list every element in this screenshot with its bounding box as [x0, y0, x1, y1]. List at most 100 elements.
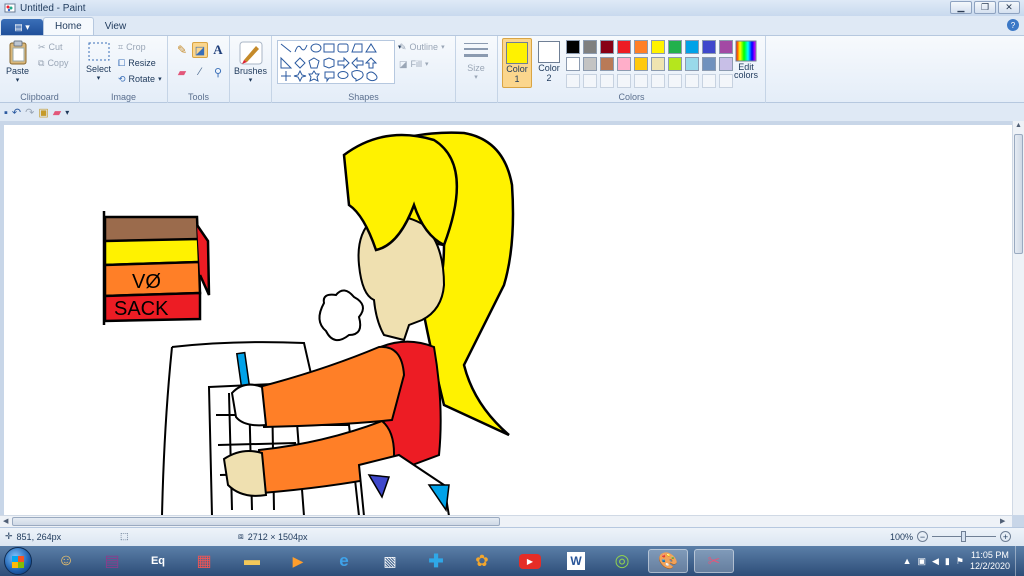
magnifier-tool[interactable]: ⚲ — [210, 64, 226, 80]
signal-icon[interactable]: ▮ — [945, 556, 950, 567]
volume-icon[interactable]: ◀ — [932, 556, 939, 567]
rotate-button[interactable]: ⟲ Rotate ▾ — [118, 72, 162, 86]
palette-swatch[interactable] — [651, 57, 665, 71]
scroll-right-icon[interactable]: ▶ — [1000, 517, 1005, 525]
taskbar-app-mathtype[interactable]: Eq — [138, 549, 178, 573]
palette-swatch-empty[interactable] — [600, 74, 614, 88]
color-picker-tool[interactable]: ⁄ — [192, 64, 208, 80]
cut-button[interactable]: ✂ Cut — [38, 40, 63, 54]
palette-swatch[interactable] — [668, 40, 682, 54]
start-button[interactable] — [4, 547, 32, 575]
fill-button[interactable]: ◪ Fill ▾ — [399, 57, 429, 71]
horizontal-scrollbar[interactable]: ◀ ▶ — [0, 515, 1012, 527]
taskbar-youtube[interactable]: ▶ — [510, 549, 550, 573]
fill-tool[interactable]: ◪ — [192, 42, 208, 58]
tab-view[interactable]: View — [94, 17, 138, 35]
taskbar-word[interactable]: W — [556, 549, 596, 573]
color2-button[interactable]: Color 2 — [534, 38, 564, 88]
minimize-button[interactable]: ▁ — [950, 1, 972, 14]
palette-swatch-empty[interactable] — [634, 74, 648, 88]
palette-swatch-empty[interactable] — [685, 74, 699, 88]
palette-swatch[interactable] — [668, 57, 682, 71]
taskbar-paint[interactable]: 🎨 — [648, 549, 688, 573]
palette-swatch[interactable] — [583, 57, 597, 71]
taskbar-video-app[interactable]: ▧ — [370, 549, 410, 573]
brushes-button[interactable]: Brushes ▾ — [234, 40, 267, 84]
flag-icon[interactable]: ⚑ — [956, 556, 964, 567]
palette-swatch[interactable] — [685, 40, 699, 54]
close-button[interactable]: ✕ — [998, 1, 1020, 14]
network-tray-icon[interactable]: ▣ — [917, 556, 926, 567]
palette-swatch-empty[interactable] — [651, 74, 665, 88]
scroll-left-icon[interactable]: ◀ — [3, 517, 8, 525]
drawing-canvas[interactable]: VØ SACK — [4, 125, 1012, 516]
palette-swatch[interactable] — [583, 40, 597, 54]
zoom-out-icon[interactable]: − — [917, 531, 929, 542]
undo-icon[interactable]: ↶ — [12, 106, 21, 119]
palette-swatch[interactable] — [617, 57, 631, 71]
taskbar-app-1[interactable]: ☺ — [46, 549, 86, 573]
size-button[interactable]: Size ▾ — [464, 41, 488, 81]
restore-button[interactable]: ❐ — [974, 1, 996, 14]
taskbar-media-player[interactable]: ▶ — [278, 549, 318, 573]
palette-swatch[interactable] — [600, 40, 614, 54]
palette-swatch-empty[interactable] — [668, 74, 682, 88]
palette-swatch[interactable] — [617, 40, 631, 54]
palette-swatch[interactable] — [719, 57, 733, 71]
zoom-slider-thumb[interactable] — [961, 531, 967, 542]
show-desktop-button[interactable] — [1015, 546, 1024, 576]
paint-menu-button[interactable]: ▤ ▾ — [1, 19, 43, 35]
palette-swatch-empty[interactable] — [566, 74, 580, 88]
resize-button[interactable]: ⧠ Resize — [118, 56, 156, 70]
palette-swatch[interactable] — [634, 57, 648, 71]
tab-home[interactable]: Home — [43, 17, 94, 35]
palette-swatch[interactable] — [634, 40, 648, 54]
eraser-icon[interactable]: ▰ — [53, 106, 61, 119]
paste-button[interactable]: Paste ▾ — [6, 40, 29, 84]
palette-swatch-empty[interactable] — [719, 74, 733, 88]
horizontal-scroll-thumb[interactable] — [12, 517, 500, 526]
zoom-slider[interactable] — [932, 531, 997, 542]
taskbar-explorer[interactable]: ▬ — [232, 549, 272, 573]
pencil-tool[interactable]: ✎ — [174, 42, 190, 58]
paint-app-icon[interactable] — [4, 2, 16, 14]
select-button[interactable]: Select ▾ — [86, 40, 111, 82]
vertical-scrollbar[interactable]: ▲ — [1012, 121, 1024, 515]
redo-icon[interactable]: ↷ — [25, 106, 34, 119]
palette-swatch-empty[interactable] — [617, 74, 631, 88]
clock[interactable]: 11:05 PM 12/2/2020 — [970, 550, 1010, 572]
palette-swatch[interactable] — [702, 57, 716, 71]
eraser-tool[interactable]: ▰ — [174, 64, 190, 80]
palette-swatch[interactable] — [685, 57, 699, 71]
palette-swatch[interactable] — [651, 40, 665, 54]
taskbar-snipping-tool[interactable]: ✂ — [694, 549, 734, 573]
edit-colors-button[interactable]: Edit colors — [734, 40, 758, 80]
scroll-up-icon[interactable]: ▲ — [1015, 122, 1022, 129]
taskbar-app-4[interactable]: ▦ — [184, 549, 224, 573]
outline-button[interactable]: ✎ Outline ▾ — [399, 40, 445, 54]
taskbar-app-10[interactable]: ✿ — [462, 549, 502, 573]
show-hidden-icons[interactable]: ▲ — [903, 556, 912, 566]
taskbar-app-13[interactable]: ◎ — [602, 549, 642, 573]
palette-swatch-empty[interactable] — [583, 74, 597, 88]
taskbar-ie[interactable]: e — [324, 549, 364, 573]
open-icon[interactable]: ▣ — [38, 106, 48, 119]
text-tool[interactable]: A — [210, 42, 226, 58]
vertical-scroll-thumb[interactable] — [1014, 134, 1023, 254]
taskbar-health-app[interactable]: ✚ — [416, 549, 456, 573]
crop-button[interactable]: ⌗ Crop — [118, 40, 146, 54]
save-icon[interactable]: ▪ — [4, 107, 8, 119]
palette-swatch[interactable] — [600, 57, 614, 71]
palette-swatch[interactable] — [719, 40, 733, 54]
customize-qat-icon[interactable]: ▾ — [65, 108, 69, 117]
help-icon[interactable]: ? — [1007, 19, 1019, 31]
palette-swatch-empty[interactable] — [702, 74, 716, 88]
copy-button[interactable]: ⧉ Copy — [38, 56, 68, 70]
palette-swatch[interactable] — [702, 40, 716, 54]
shapes-gallery[interactable] — [277, 40, 395, 84]
taskbar-app-winrar[interactable]: ▤ — [92, 549, 132, 573]
color1-button[interactable]: Color 1 — [502, 38, 532, 88]
zoom-in-icon[interactable]: + — [1000, 531, 1012, 542]
palette-swatch[interactable] — [566, 40, 580, 54]
palette-swatch[interactable] — [566, 57, 580, 71]
